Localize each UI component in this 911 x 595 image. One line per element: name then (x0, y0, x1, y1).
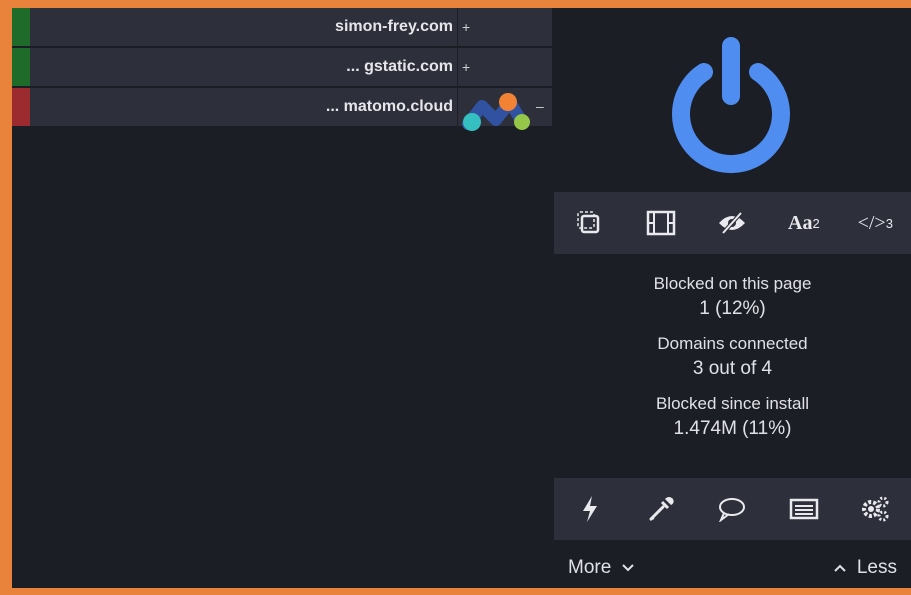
domain-row[interactable]: ... matomo.cloud – (12, 88, 552, 131)
less-button[interactable]: Less (819, 557, 911, 579)
blocked-page-label: Blocked on this page (653, 274, 812, 293)
report-button[interactable] (704, 487, 760, 531)
domain-toggle-minus: – (536, 98, 544, 114)
control-panel: Aa 2 </> 3 Blocked on this page 1 (12%) Do… (554, 8, 911, 588)
domain-row[interactable]: simon-frey.com + (12, 8, 552, 46)
font-icon: Aa (788, 211, 813, 234)
domain-name: ... gstatic.com (30, 48, 458, 86)
logger-button[interactable] (776, 487, 832, 531)
domain-status-indicator (12, 8, 30, 46)
javascript-button[interactable]: </> 3 (847, 201, 903, 245)
list-icon (789, 498, 819, 520)
comment-icon (719, 498, 746, 522)
less-label: Less (856, 557, 897, 578)
cosmetic-filter-button[interactable] (704, 201, 760, 245)
domain-toggle[interactable]: – (458, 88, 552, 131)
gears-icon (862, 496, 889, 522)
blocked-page-value: 1 (12%) (699, 298, 766, 319)
popup-frame: simon-frey.com + ... gstatic.com + ... m… (12, 8, 911, 588)
domain-status-indicator (12, 88, 30, 126)
domain-list: simon-frey.com + ... gstatic.com + ... m… (12, 8, 552, 131)
more-label: More (568, 557, 612, 578)
domain-name: simon-frey.com (30, 8, 458, 46)
power-icon[interactable] (666, 34, 796, 174)
remote-fonts-button[interactable]: Aa 2 (776, 201, 832, 245)
picker-button[interactable] (633, 487, 689, 531)
eye-slash-icon (719, 211, 746, 235)
font-badge: 2 (812, 215, 820, 231)
footer: More Less (554, 548, 911, 588)
toolbar-top: Aa 2 </> 3 (554, 192, 911, 254)
media-button[interactable] (633, 201, 689, 245)
element-picker-button[interactable] (562, 201, 618, 245)
toolbar-bottom (554, 478, 911, 540)
domain-name: ... matomo.cloud (30, 88, 458, 126)
more-button[interactable]: More (554, 557, 649, 579)
blocked-install-label: Blocked since install (655, 394, 810, 413)
domain-row[interactable]: ... gstatic.com + (12, 48, 552, 86)
eyedropper-icon (649, 497, 674, 521)
chevron-up-icon (834, 564, 846, 572)
domain-status-indicator (12, 48, 30, 86)
domain-toggle[interactable]: + (458, 48, 552, 86)
domain-toggle[interactable]: + (458, 8, 552, 46)
settings-button[interactable] (847, 487, 903, 531)
code-icon: </> (857, 211, 886, 234)
domains-connected-value: 3 out of 4 (692, 358, 773, 379)
blocked-install-value: 1.474M (11%) (673, 418, 792, 439)
stats-section: Blocked on this page 1 (12%) Domains con… (554, 274, 911, 454)
zap-button[interactable] (562, 487, 618, 531)
element-picker-icon (576, 211, 599, 234)
film-icon (646, 210, 676, 236)
chevron-down-icon (622, 564, 635, 572)
matomo-logo-icon (462, 93, 530, 131)
code-badge: 3 (885, 215, 893, 231)
domains-connected-label: Domains connected (657, 334, 808, 353)
bolt-icon (582, 496, 597, 522)
